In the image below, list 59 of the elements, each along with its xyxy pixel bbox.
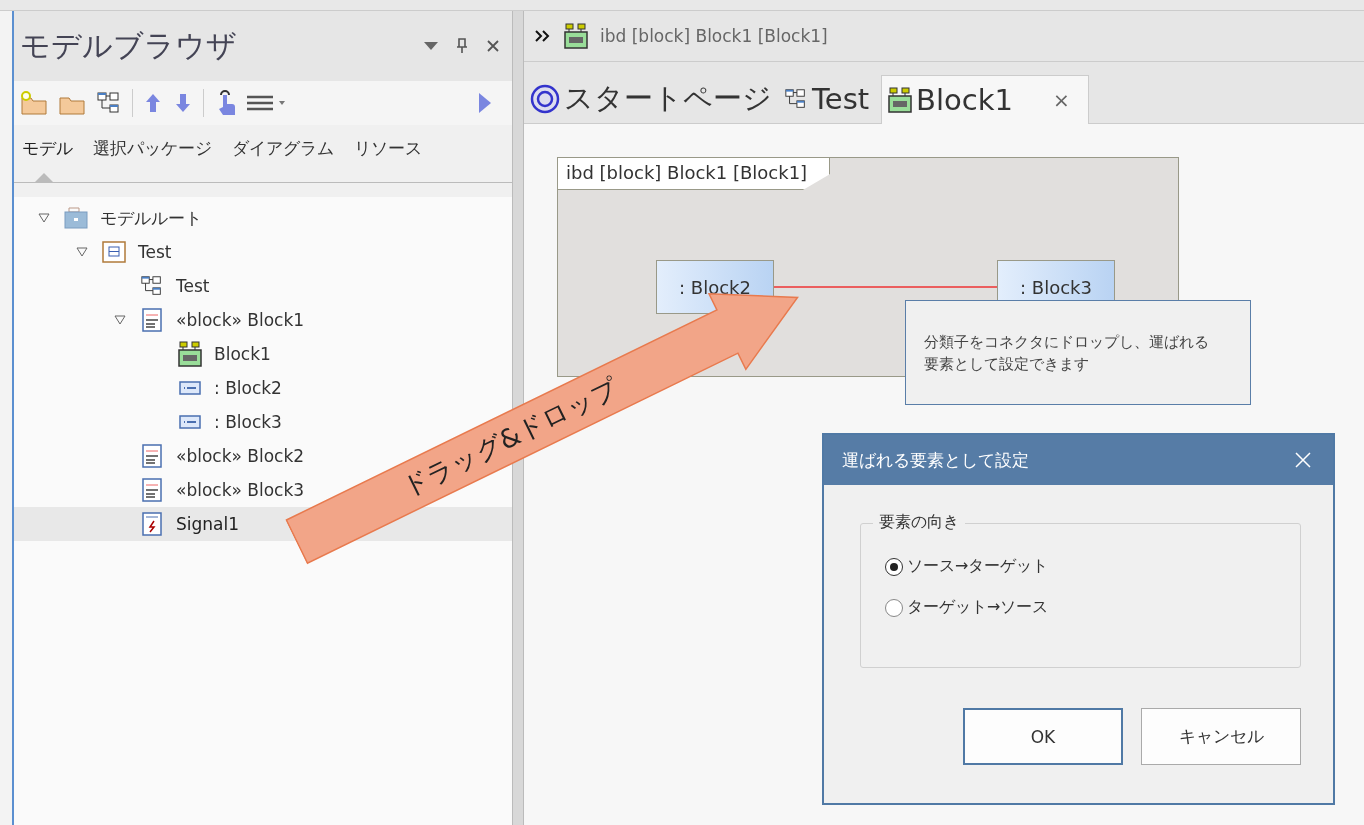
radio-button[interactable] <box>885 557 903 576</box>
breadcrumb-text: ibd [block] Block1 [Block1] <box>600 26 828 46</box>
part-icon <box>179 381 201 395</box>
tree-item[interactable]: «block» Block1 <box>114 303 305 337</box>
start-page-icon <box>530 84 560 114</box>
menu-icon[interactable] <box>246 95 286 111</box>
editor-tab[interactable]: Test <box>784 75 882 123</box>
group-label: 要素の向き <box>873 512 965 533</box>
tab-label: Test <box>812 82 870 116</box>
tooltip: 分類子をコネクタにドロップし、運ばれる 要素として設定できます <box>905 300 1251 405</box>
tab-close-button[interactable]: × <box>1053 88 1070 112</box>
down-arrow-icon[interactable] <box>173 92 193 114</box>
expander-icon[interactable] <box>38 213 50 223</box>
model-icon <box>64 207 88 229</box>
pin-icon[interactable] <box>456 38 468 54</box>
up-arrow-icon[interactable] <box>143 92 163 114</box>
diagram-icon <box>140 274 164 298</box>
editor-tab[interactable]: Block1 × <box>881 75 1089 124</box>
block-icon <box>142 478 162 502</box>
dialog-title: 運ばれる要素として設定 <box>842 448 1029 472</box>
radio-label[interactable]: ソース→ターゲット <box>907 556 1049 577</box>
diagram-icon[interactable] <box>96 90 122 116</box>
browser-tab[interactable]: リソース <box>354 137 422 183</box>
tree-item[interactable]: «block» Block2 <box>114 439 305 473</box>
tab-label: Block1 <box>916 83 1013 117</box>
browser-tab[interactable]: モデル <box>22 137 73 183</box>
ibd-diagram-icon <box>564 23 588 49</box>
expander-icon[interactable] <box>114 315 126 325</box>
frame-label: ibd [block] Block1 [Block1] <box>558 158 831 190</box>
editor-tab[interactable]: スタートページ <box>530 75 784 123</box>
diagram-icon <box>784 87 808 111</box>
ibd-diagram-icon <box>178 341 202 367</box>
tab-label: スタートページ <box>564 80 772 117</box>
tree-item[interactable]: : Block3 <box>152 405 282 439</box>
dropdown-icon[interactable] <box>424 42 438 50</box>
tree-item[interactable]: モデルルート <box>38 201 202 235</box>
tree-item[interactable]: Test <box>76 235 172 269</box>
tree-item[interactable]: Test <box>114 269 210 303</box>
radio-label[interactable]: ターゲット→ソース <box>907 597 1049 618</box>
expander-icon[interactable] <box>76 247 88 257</box>
browser-tab[interactable]: 選択パッケージ <box>93 137 212 183</box>
browser-tab[interactable]: ダイアグラム <box>232 137 334 183</box>
close-icon[interactable] <box>486 39 500 53</box>
block-icon <box>142 308 162 332</box>
signal-icon <box>142 512 162 536</box>
tree-item[interactable]: Block1 <box>152 337 271 371</box>
tree-item[interactable]: : Block2 <box>152 371 282 405</box>
dialog-button[interactable]: OK <box>963 708 1123 765</box>
annotation-text: ドラッグ&ドロップ <box>396 370 624 505</box>
play-icon[interactable] <box>478 92 492 114</box>
ibd-diagram-icon <box>888 87 913 113</box>
double-chevron-icon[interactable] <box>534 29 552 43</box>
panel-title: モデルブラウザ <box>20 26 238 65</box>
radio-button[interactable] <box>885 598 903 617</box>
part-icon <box>179 415 201 429</box>
package-icon <box>102 241 126 263</box>
tree-item[interactable]: «block» Block3 <box>114 473 305 507</box>
block-icon <box>142 444 162 468</box>
dialog-button[interactable]: キャンセル <box>1141 708 1301 765</box>
